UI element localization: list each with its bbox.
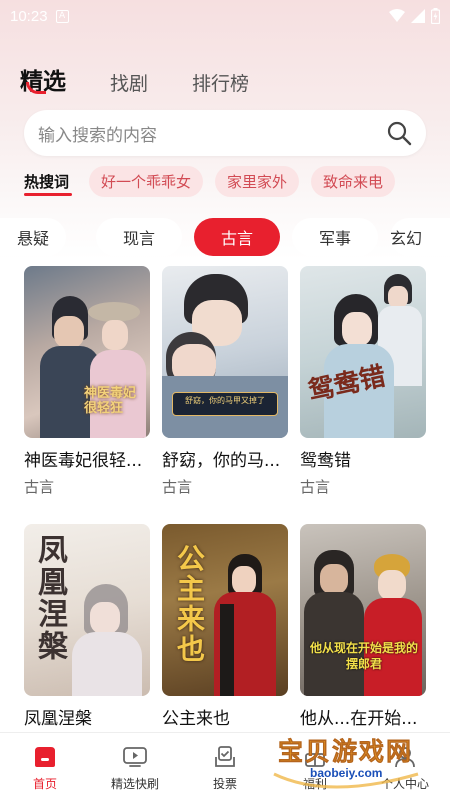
category-chip[interactable]: 悬疑 xyxy=(0,218,66,256)
hot-search-chip[interactable]: 家里家外 xyxy=(215,166,300,197)
signal-icon xyxy=(411,9,425,23)
drama-title: 他从...在开始... xyxy=(300,709,418,729)
battery-icon xyxy=(431,8,440,24)
hot-search-row: 热搜词 好一个乖乖女 家里家外 致命来电 xyxy=(24,166,396,197)
watermark-text: 宝贝游戏网 xyxy=(278,737,414,767)
status-time: 10:23 xyxy=(10,7,48,25)
home-icon xyxy=(35,747,55,767)
tab-rankings-label: 排行榜 xyxy=(192,73,250,95)
wifi-icon xyxy=(389,9,405,22)
category-row: 悬疑 现言 古言 军事 玄幻 xyxy=(0,218,450,256)
tab-rankings[interactable]: 排行榜 xyxy=(192,69,249,96)
video-play-icon xyxy=(123,747,147,767)
category-label: 玄幻 xyxy=(390,229,423,248)
poster-title-art: 神医毒妃很轻狂 xyxy=(84,386,137,416)
status-bar: 10:23 A xyxy=(0,0,450,32)
tab-find-shows[interactable]: 找剧 xyxy=(110,69,148,96)
notification-icon: A xyxy=(55,9,69,23)
header-tabs: 精选 找剧 排行榜 xyxy=(20,62,249,96)
drama-card[interactable]: 凤凰涅槃 凤凰涅槃 xyxy=(24,524,150,729)
drama-card[interactable]: 鸳鸯错 鸳鸯错 古言 xyxy=(300,266,426,496)
drama-poster[interactable]: 公主来也 xyxy=(162,524,288,696)
drama-card[interactable]: 舒窈，你的马甲又掉了 舒窈，你的马... 古言 xyxy=(162,266,288,496)
drama-poster[interactable]: 鸳鸯错 xyxy=(300,266,426,438)
category-label: 军事 xyxy=(318,229,351,248)
drama-poster[interactable]: 神医毒妃很轻狂 xyxy=(24,266,150,438)
drama-title: 鸳鸯错 xyxy=(300,451,351,471)
watermark: 宝贝游戏网 baobeiy.com xyxy=(268,730,444,796)
nav-vote[interactable]: 投票 xyxy=(180,733,270,800)
drama-poster[interactable]: 舒窈，你的马甲又掉了 xyxy=(162,266,288,438)
search-bar[interactable]: 输入搜索的内容 xyxy=(24,110,426,156)
hot-search-chip[interactable]: 致命来电 xyxy=(311,166,396,197)
category-chip-active[interactable]: 古言 xyxy=(194,218,280,256)
vote-icon xyxy=(215,746,235,767)
search-icon[interactable] xyxy=(386,120,412,146)
watermark-url: baobeiy.com xyxy=(310,766,383,780)
drama-title: 凤凰涅槃 xyxy=(24,709,92,729)
nav-label: 投票 xyxy=(212,777,237,791)
drama-title: 公主来也 xyxy=(162,709,230,729)
tab-find-shows-label: 找剧 xyxy=(110,73,149,95)
search-input[interactable]: 输入搜索的内容 xyxy=(38,121,386,146)
drama-card[interactable]: 他从现在开始是我的摆郎君 他从...在开始... xyxy=(300,524,426,729)
poster-title-art: 公主来也 xyxy=(173,544,206,664)
hot-search-label: 热搜词 xyxy=(24,173,73,196)
poster-title-art: 凤凰涅槃 xyxy=(32,534,67,662)
drama-tag: 古言 xyxy=(300,478,331,496)
drama-title: 舒窈，你的马... xyxy=(162,451,281,471)
category-chip[interactable]: 玄幻 xyxy=(390,218,450,256)
nav-label: 精选快刷 xyxy=(110,777,159,791)
category-chip[interactable]: 现言 xyxy=(96,218,182,256)
nav-home[interactable]: 首页 xyxy=(0,733,90,800)
drama-tag: 古言 xyxy=(162,478,193,496)
drama-title: 神医毒妃很轻... xyxy=(24,451,143,471)
category-label: 悬疑 xyxy=(16,229,49,248)
drama-poster[interactable]: 他从现在开始是我的摆郎君 xyxy=(300,524,426,696)
poster-title-art: 舒窈，你的马甲又掉了 xyxy=(185,396,265,405)
category-chip[interactable]: 军事 xyxy=(292,218,378,256)
nav-featured-quick[interactable]: 精选快刷 xyxy=(90,733,180,800)
drama-card[interactable]: 神医毒妃很轻狂 神医毒妃很轻... 古言 xyxy=(24,266,150,496)
category-label: 古言 xyxy=(220,229,253,248)
category-label: 现言 xyxy=(122,229,155,248)
nav-label: 首页 xyxy=(32,777,57,791)
drama-tag: 古言 xyxy=(24,478,55,496)
hot-search-chip[interactable]: 好一个乖乖女 xyxy=(89,166,204,197)
poster-title-art: 他从现在开始是我的摆郎君 xyxy=(309,641,418,671)
tab-featured[interactable]: 精选 xyxy=(20,62,66,96)
drama-poster[interactable]: 凤凰涅槃 xyxy=(24,524,150,696)
drama-card[interactable]: 公主来也 公主来也 xyxy=(162,524,288,729)
